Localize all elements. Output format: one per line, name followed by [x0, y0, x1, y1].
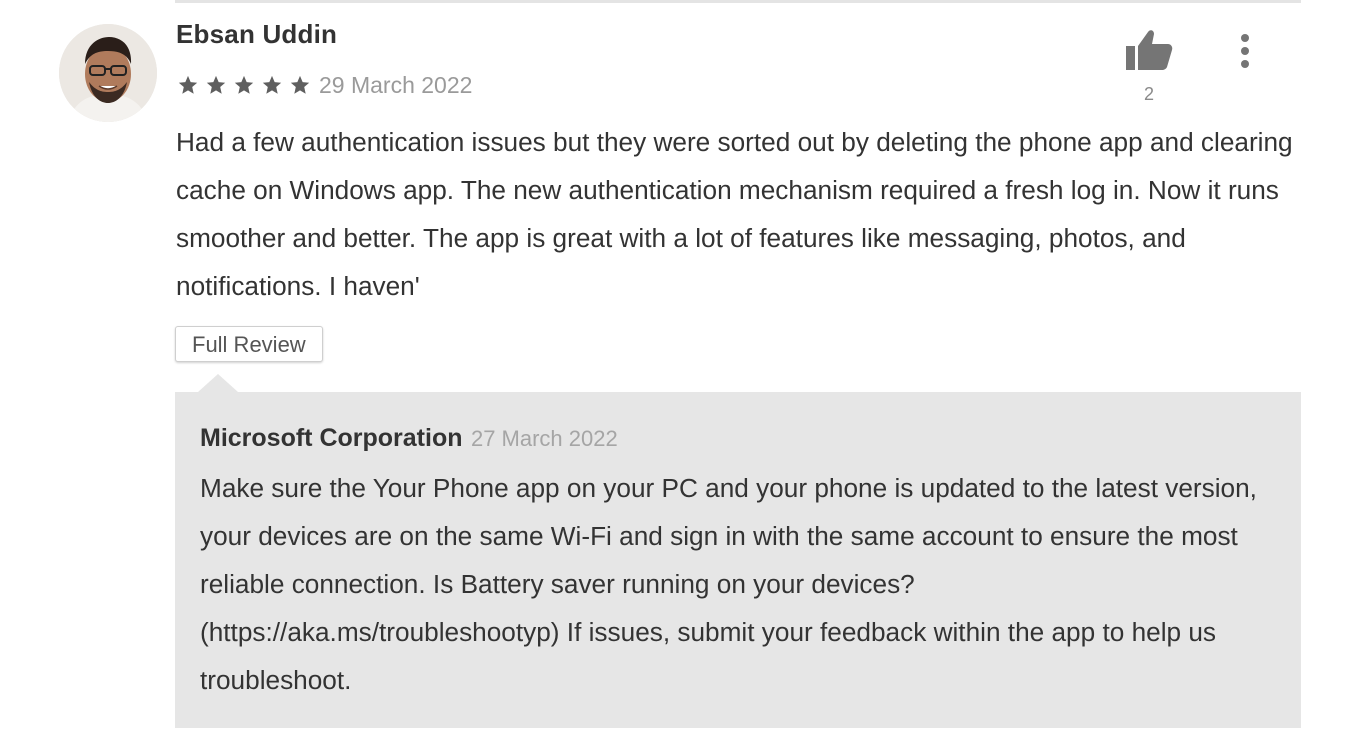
- reply-pointer: [198, 374, 238, 392]
- star-icon: [290, 75, 310, 94]
- thumb-up-icon: [1126, 30, 1173, 70]
- review-date: 29 March 2022: [319, 71, 473, 98]
- developer-name: Microsoft Corporation: [200, 424, 463, 452]
- reply-text: Make sure the Your Phone app on your PC …: [200, 473, 1257, 695]
- more-options-button[interactable]: [1230, 32, 1260, 70]
- helpful-button[interactable]: [1125, 28, 1173, 74]
- star-icon: [234, 75, 254, 94]
- review-author-name: Ebsan Uddin: [176, 19, 338, 49]
- full-review-button[interactable]: Full Review: [175, 326, 323, 362]
- avatar: [59, 24, 157, 122]
- star-icon: [206, 75, 226, 94]
- star-icon: [262, 75, 282, 94]
- reply-header: Microsoft Corporation 27 March 2022: [200, 424, 618, 453]
- review-rating-row: 29 March 2022: [177, 70, 472, 100]
- reply-date: 27 March 2022: [470, 426, 618, 451]
- star-icon: [178, 75, 198, 94]
- helpful-count: 2: [1143, 84, 1154, 104]
- top-divider: [175, 0, 1301, 3]
- developer-reply: Microsoft Corporation 27 March 2022 Make…: [175, 392, 1301, 728]
- more-vertical-icon: [1241, 34, 1249, 68]
- review-text: Had a few authentication issues but they…: [176, 127, 1293, 301]
- star-rating: [177, 74, 311, 96]
